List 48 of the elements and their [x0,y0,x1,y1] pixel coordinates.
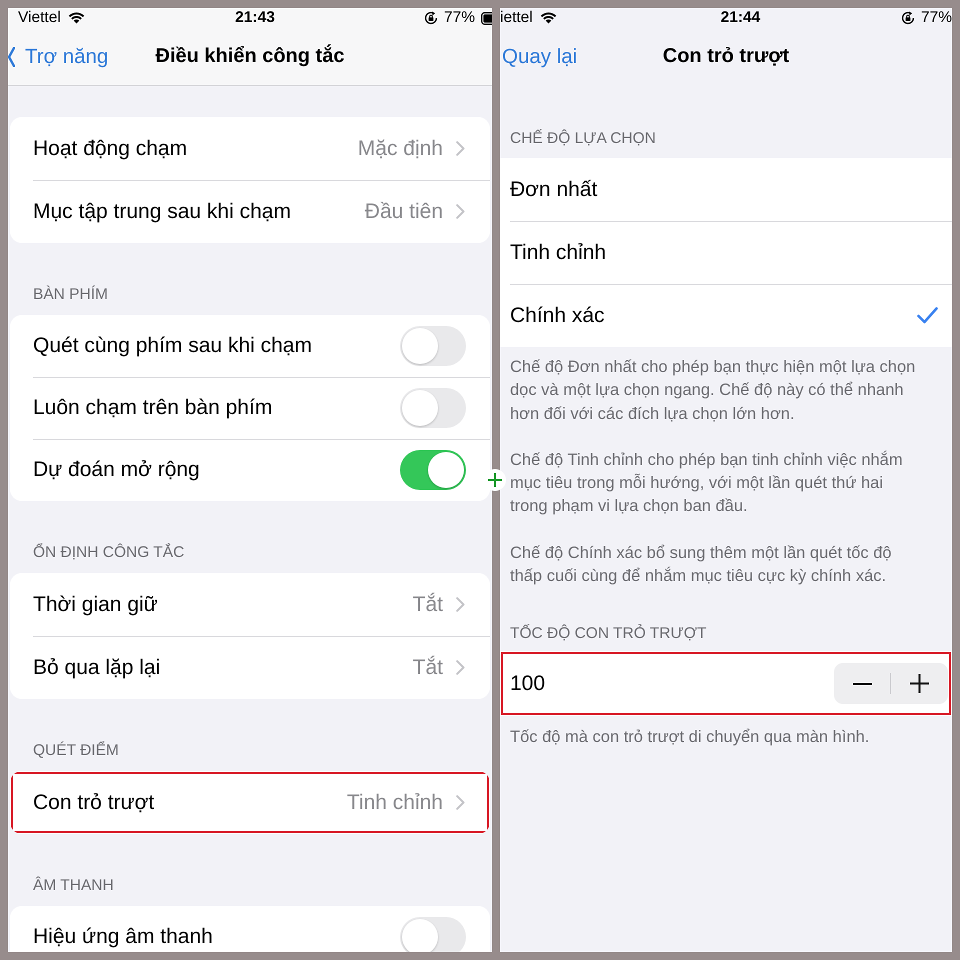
wifi-icon [66,12,86,24]
carrier-name: Viettel [18,9,61,27]
toggle-switch[interactable] [400,388,466,428]
rotation-lock-icon [900,11,915,25]
speed-value: 100 [510,672,546,696]
toggle-switch[interactable] [400,450,466,490]
chevron-icon [456,795,465,810]
chevron-icon [8,46,15,66]
section-header: ỔN ĐỊNH CÔNG TẮC [32,542,184,563]
footer-note: Tốc độ mà con trỏ trượt di chuyển qua màn hình. [509,727,870,748]
rotation-lock-icon [424,11,438,25]
footer-note: Chế độ Tinh chỉnh cho phép bạn tinh chỉnh việc nhắm mục tiêu trong mỗi hướng, với một lần quét thứ hai trong phạm vi lựa chọn ban đầu. [510,450,903,518]
battery-percent: 77% [920,9,952,27]
battery-icon [481,12,492,24]
row-label: Quét cùng phím sau khi chạm [33,334,313,358]
status-time: 21:44 [720,9,760,27]
chevron-icon [456,597,465,612]
row-value: Tinh chỉnh [346,790,443,814]
chevron-icon [456,660,465,675]
plus-icon [910,674,928,694]
back-button[interactable]: Quay lại [500,44,578,68]
section-header: BÀN PHÍM [32,284,108,305]
back-button[interactable]: Trợ năng [8,44,108,68]
footer-note: Chế độ Đơn nhất cho phép bạn thực hiện một lựa chọn dọc và một lựa chọn ngang. Chế độ này có thể nhanh hơn đối với các đích lựa chọn lớn hơn. [510,357,916,425]
row-label: Luôn chạm trên bàn phím [33,396,274,420]
section-header: QUÉT ĐIỂM [32,740,119,761]
nav-title: Con trỏ trượt [662,45,790,68]
row-label: Hiệu ứng âm thanh [33,925,214,949]
row-value: Tắt [412,656,443,680]
settings-row[interactable]: Con trỏ trượt Tinh chỉnh [10,771,490,834]
section-header: ÂM THANH [32,876,114,896]
section-header: CHẾ ĐỘ LỰA CHỌN [509,128,656,149]
row-value: Đầu tiên [364,200,443,224]
chevron-icon [456,204,465,219]
section-header: TỐC ĐỘ CON TRỎ TRƯỢT [509,623,706,644]
row-label: Dự đoán mở rộng [33,458,201,482]
footer-note: Chế độ Chính xác bổ sung thêm một lần quét tốc độ thấp cuối cùng để nhắm mục tiêu cực kỳ chính xác. [510,542,892,588]
minus-icon [852,682,872,685]
status-time: 21:43 [235,9,275,27]
toggle-switch[interactable] [400,326,466,366]
nav-title: Điều khiển công tắc [156,45,344,68]
battery-percent: 77% [444,9,475,27]
chevron-icon [456,141,465,156]
toggle-switch[interactable] [400,917,466,952]
carrier-name: iettel [500,9,533,27]
row-value: Mặc định [358,136,443,160]
row-value: Tắt [412,592,443,616]
wifi-icon [538,12,558,24]
